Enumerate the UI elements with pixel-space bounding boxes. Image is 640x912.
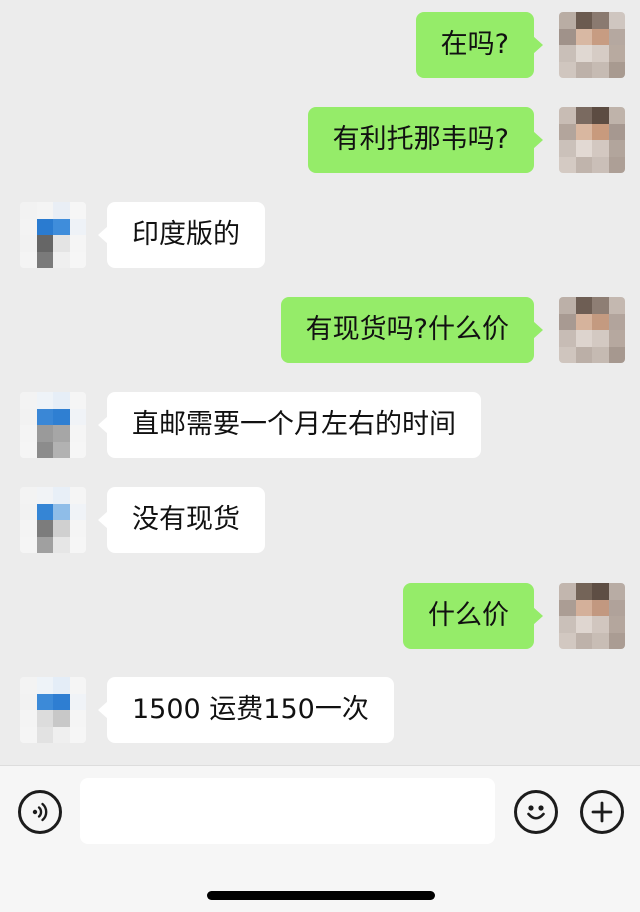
outgoing-message-bubble[interactable]: 有现货吗?什么价 bbox=[280, 297, 544, 363]
voice-icon bbox=[32, 802, 48, 822]
outgoing-message-bubble[interactable]: 在吗? bbox=[415, 12, 544, 78]
home-indicator bbox=[207, 891, 435, 900]
plus-icon bbox=[591, 801, 613, 823]
emoji-button[interactable] bbox=[514, 790, 558, 834]
emoji-icon bbox=[527, 805, 545, 820]
incoming-message-bubble[interactable]: 印度版的 bbox=[98, 202, 265, 268]
incoming-message-bubble[interactable]: 没有现货 bbox=[98, 487, 265, 553]
chat-screen: 在吗? 有利托那韦吗? 印度版的 有现货吗?什么价 直邮需要一个月左右的时间 没… bbox=[0, 0, 640, 912]
message-input-bar bbox=[0, 765, 640, 912]
voice-button[interactable] bbox=[18, 790, 62, 834]
outgoing-message-bubble[interactable]: 有利托那韦吗? bbox=[307, 107, 544, 173]
my-avatar[interactable] bbox=[559, 107, 625, 173]
contact-avatar[interactable] bbox=[20, 202, 86, 268]
contact-avatar[interactable] bbox=[20, 392, 86, 458]
incoming-message-bubble[interactable]: 1500 运费150一次 bbox=[98, 677, 394, 743]
my-avatar[interactable] bbox=[559, 583, 625, 649]
add-button[interactable] bbox=[580, 790, 624, 834]
incoming-message-bubble[interactable]: 直邮需要一个月左右的时间 bbox=[98, 392, 481, 458]
contact-avatar[interactable] bbox=[20, 677, 86, 743]
outgoing-message-bubble[interactable]: 什么价 bbox=[403, 583, 543, 649]
message-input[interactable] bbox=[80, 778, 495, 844]
contact-avatar[interactable] bbox=[20, 487, 86, 553]
my-avatar[interactable] bbox=[559, 12, 625, 78]
my-avatar[interactable] bbox=[559, 297, 625, 363]
